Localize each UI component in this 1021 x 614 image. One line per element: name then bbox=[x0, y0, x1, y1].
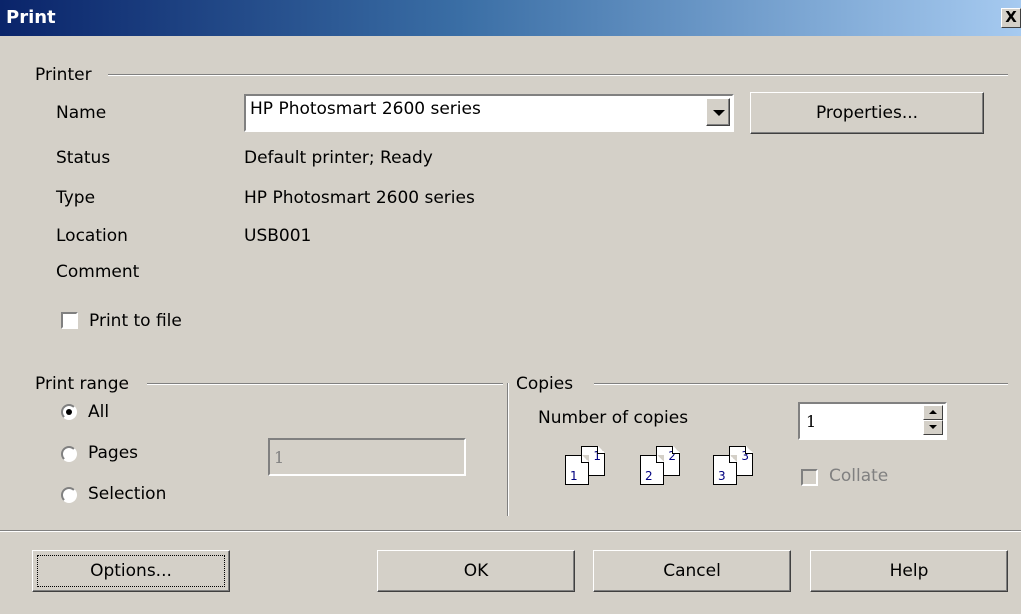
dropdown-arrow-button[interactable] bbox=[706, 98, 730, 126]
radio-selected-dot bbox=[66, 409, 72, 415]
print-range-group-divider bbox=[147, 383, 503, 385]
radio-selection-label[interactable]: Selection bbox=[88, 484, 166, 504]
close-button[interactable]: X bbox=[1001, 8, 1021, 28]
copies-increment-button[interactable] bbox=[923, 405, 943, 420]
dialog-title: Print bbox=[6, 7, 56, 28]
type-value: HP Photosmart 2600 series bbox=[244, 188, 475, 208]
ok-button[interactable]: OK bbox=[377, 550, 575, 592]
help-button-label: Help bbox=[889, 561, 929, 581]
print-to-file-checkbox[interactable] bbox=[61, 312, 78, 329]
radio-all-label[interactable]: All bbox=[88, 402, 109, 422]
print-range-group-label: Print range bbox=[35, 374, 129, 394]
collate-checkbox[interactable] bbox=[801, 469, 818, 486]
options-button[interactable]: Options... bbox=[32, 550, 230, 592]
copies-decrement-button[interactable] bbox=[923, 420, 943, 435]
page-icon: 3 bbox=[713, 455, 737, 485]
status-label: Status bbox=[56, 148, 111, 168]
chevron-up-icon bbox=[929, 410, 937, 414]
title-bar[interactable]: Print X bbox=[0, 0, 1021, 36]
collate-label[interactable]: Collate bbox=[829, 466, 888, 486]
name-label: Name bbox=[56, 103, 107, 123]
pages-input[interactable]: 1 bbox=[268, 438, 466, 476]
copies-group-divider bbox=[594, 383, 1008, 385]
printer-group-label: Printer bbox=[35, 65, 92, 85]
cancel-button-label: Cancel bbox=[663, 561, 721, 581]
radio-all[interactable] bbox=[61, 404, 77, 420]
number-of-copies-label: Number of copies bbox=[538, 408, 689, 428]
page-icon: 1 bbox=[565, 455, 589, 485]
print-to-file-label[interactable]: Print to file bbox=[89, 311, 182, 331]
printer-name-value: HP Photosmart 2600 series bbox=[250, 99, 481, 119]
radio-pages-label[interactable]: Pages bbox=[88, 443, 138, 463]
pages-input-value: 1 bbox=[274, 448, 285, 467]
properties-button-label: Properties... bbox=[815, 103, 919, 123]
comment-label: Comment bbox=[56, 262, 140, 282]
copies-left-divider bbox=[507, 383, 509, 516]
radio-pages[interactable] bbox=[61, 446, 77, 462]
printer-group-divider bbox=[108, 74, 1008, 76]
help-button[interactable]: Help bbox=[810, 550, 1008, 592]
page-icon: 2 bbox=[640, 455, 664, 485]
copies-stepper[interactable]: 1 bbox=[798, 402, 947, 440]
chevron-down-icon bbox=[929, 425, 937, 429]
ok-button-label: OK bbox=[463, 561, 489, 581]
print-dialog: Print X Printer Name HP Photosmart 2600 … bbox=[0, 0, 1021, 614]
properties-button[interactable]: Properties... bbox=[750, 92, 984, 134]
location-label: Location bbox=[56, 226, 128, 246]
chevron-down-icon bbox=[713, 110, 725, 116]
status-value: Default printer; Ready bbox=[244, 148, 433, 168]
options-button-label: Options... bbox=[90, 561, 172, 581]
button-row-divider bbox=[0, 530, 1021, 532]
printer-name-combobox[interactable]: HP Photosmart 2600 series bbox=[244, 94, 734, 132]
copies-value: 1 bbox=[806, 412, 817, 431]
radio-selection[interactable] bbox=[61, 487, 77, 503]
location-value: USB001 bbox=[244, 226, 312, 246]
cancel-button[interactable]: Cancel bbox=[593, 550, 791, 592]
copies-group-label: Copies bbox=[516, 374, 574, 394]
type-label: Type bbox=[56, 188, 96, 208]
